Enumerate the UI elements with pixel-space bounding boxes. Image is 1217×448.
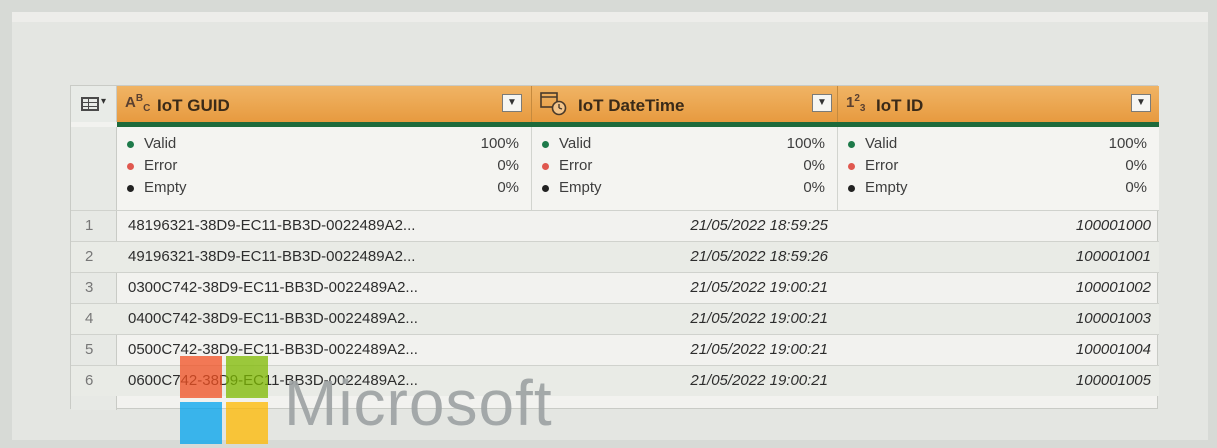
text-type-icon: ABC [125, 93, 151, 114]
cell-iot-id[interactable]: 100001000 [838, 217, 1159, 234]
column-quality-iot-guid: Valid 100% Error 0% Empty 0% [117, 127, 532, 210]
chevron-down-icon: ▾ [101, 96, 107, 107]
column-header-iot-id[interactable]: 123 IoT ID ▼ [838, 86, 1159, 122]
table-row[interactable]: 4 0400C742-38D9-EC11-BB3D-0022489A2... 2… [71, 303, 1159, 334]
table-row[interactable]: 1 48196321-38D9-EC11-BB3D-0022489A2... 2… [71, 210, 1159, 241]
cell-iot-datetime[interactable]: 21/05/2022 18:59:25 [532, 217, 838, 234]
cell-iot-id[interactable]: 100001004 [838, 341, 1159, 358]
quality-error: Error 0% [848, 157, 1147, 177]
cell-iot-datetime[interactable]: 21/05/2022 19:00:21 [532, 279, 838, 296]
column-title: IoT DateTime [578, 96, 685, 115]
row-number: 2 [85, 248, 94, 265]
cell-iot-guid[interactable]: 49196321-38D9-EC11-BB3D-0022489A2... [128, 248, 415, 265]
valid-dot-icon [848, 140, 855, 148]
valid-dot-icon [542, 140, 549, 148]
table-row[interactable]: 2 49196321-38D9-EC11-BB3D-0022489A2... 2… [71, 241, 1159, 272]
cell-iot-datetime[interactable]: 21/05/2022 19:00:21 [532, 310, 838, 327]
row-number: 4 [85, 310, 94, 327]
cell-iot-id[interactable]: 100001002 [838, 279, 1159, 296]
table-icon [81, 97, 99, 111]
number-type-icon: 123 [846, 93, 866, 114]
quality-empty: Empty 0% [127, 179, 519, 199]
error-dot-icon [127, 162, 134, 170]
quality-valid: Valid 100% [542, 135, 825, 155]
column-header-iot-datetime[interactable]: IoT DateTime ▼ [532, 86, 838, 122]
table-menu-button[interactable]: ▾ [71, 86, 117, 122]
valid-dot-icon [127, 140, 134, 148]
row-number: 3 [85, 279, 94, 296]
row-number: 6 [85, 372, 94, 389]
microsoft-watermark: Microsoft [180, 352, 600, 448]
quality-empty: Empty 0% [848, 179, 1147, 199]
empty-dot-icon [542, 184, 549, 192]
column-header-iot-guid[interactable]: ABC IoT GUID ▼ [117, 86, 532, 122]
quality-valid: Valid 100% [127, 135, 519, 155]
quality-error: Error 0% [127, 157, 519, 177]
column-quality-iot-id: Valid 100% Error 0% Empty 0% [838, 127, 1159, 210]
error-dot-icon [542, 162, 549, 170]
column-title: IoT GUID [157, 96, 230, 115]
empty-dot-icon [127, 184, 134, 192]
cell-iot-id[interactable]: 100001001 [838, 248, 1159, 265]
column-quality-iot-datetime: Valid 100% Error 0% Empty 0% [532, 127, 838, 210]
cell-iot-id[interactable]: 100001003 [838, 310, 1159, 327]
column-filter-dropdown[interactable]: ▼ [812, 94, 832, 112]
cell-iot-id[interactable]: 100001005 [838, 372, 1159, 389]
empty-dot-icon [848, 184, 855, 192]
column-filter-dropdown[interactable]: ▼ [502, 94, 522, 112]
quality-error: Error 0% [542, 157, 825, 177]
quality-valid: Valid 100% [848, 135, 1147, 155]
column-title: IoT ID [876, 96, 924, 115]
table-row[interactable]: 3 0300C742-38D9-EC11-BB3D-0022489A2... 2… [71, 272, 1159, 303]
watermark-text: Microsoft [284, 367, 553, 439]
column-filter-dropdown[interactable]: ▼ [1131, 94, 1151, 112]
quality-empty: Empty 0% [542, 179, 825, 199]
cell-iot-guid[interactable]: 0400C742-38D9-EC11-BB3D-0022489A2... [128, 310, 418, 327]
cell-iot-datetime[interactable]: 21/05/2022 18:59:26 [532, 248, 838, 265]
row-number: 5 [85, 341, 94, 358]
microsoft-logo-icon [180, 356, 270, 446]
cell-iot-guid[interactable]: 0300C742-38D9-EC11-BB3D-0022489A2... [128, 279, 418, 296]
cell-iot-guid[interactable]: 48196321-38D9-EC11-BB3D-0022489A2... [128, 217, 415, 234]
error-dot-icon [848, 162, 855, 170]
row-number: 1 [85, 217, 94, 234]
datetime-type-icon [540, 92, 568, 120]
